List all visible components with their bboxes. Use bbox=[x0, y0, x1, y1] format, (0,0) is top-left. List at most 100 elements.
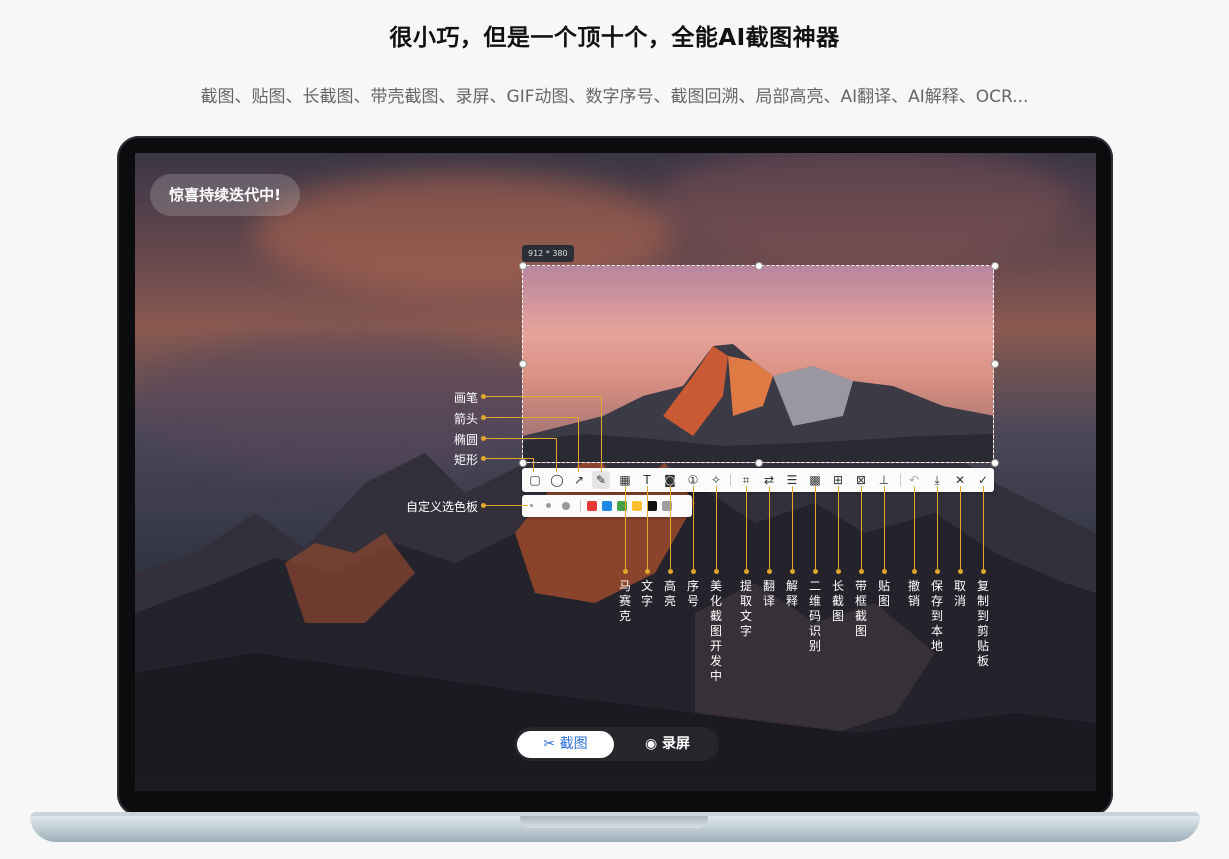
leader-line bbox=[861, 486, 862, 572]
leader-line bbox=[769, 486, 770, 572]
ellipse-tool-icon[interactable]: ◯ bbox=[548, 471, 566, 489]
annotation-copy: 复制到剪贴板 bbox=[976, 579, 989, 668]
leader-dot bbox=[691, 569, 696, 574]
selection-handle[interactable] bbox=[519, 459, 527, 467]
rectangle-tool-icon[interactable]: ▢ bbox=[526, 471, 544, 489]
stroke-size-large[interactable] bbox=[562, 502, 570, 510]
leader-line bbox=[484, 458, 534, 459]
annotation-highlight: 高亮 bbox=[663, 579, 676, 608]
color-swatch-yellow[interactable] bbox=[632, 501, 642, 511]
leader-dot bbox=[645, 569, 650, 574]
leader-line bbox=[601, 396, 602, 472]
annotation-ocr: 提取文字 bbox=[739, 579, 752, 638]
annotation-cancel: 取消 bbox=[953, 579, 966, 608]
selection-handle[interactable] bbox=[755, 262, 763, 270]
leader-dot bbox=[935, 569, 940, 574]
leader-dot bbox=[744, 569, 749, 574]
leader-line bbox=[556, 438, 557, 472]
toolbar-separator bbox=[900, 474, 901, 486]
leader-line bbox=[884, 486, 885, 572]
leader-dot bbox=[714, 569, 719, 574]
palette-separator bbox=[580, 500, 581, 512]
stroke-size-medium[interactable] bbox=[546, 503, 551, 508]
selection-handle[interactable] bbox=[519, 262, 527, 270]
selection-mountain bbox=[523, 344, 993, 462]
leader-dot bbox=[668, 569, 673, 574]
leader-line bbox=[815, 486, 816, 572]
screen-bottom-bezel bbox=[135, 777, 1096, 791]
selection-handle[interactable] bbox=[519, 360, 527, 368]
leader-dot bbox=[981, 569, 986, 574]
brush-tool-icon[interactable]: ✎ bbox=[592, 471, 610, 489]
selection-region[interactable] bbox=[522, 265, 994, 463]
annotation-long-shot: 长截图 bbox=[831, 579, 844, 623]
annotation-arrow: 箭头 bbox=[453, 412, 478, 426]
selection-handle[interactable] bbox=[991, 360, 999, 368]
mode-switch: ✂ 截图 ◉ 录屏 bbox=[514, 727, 719, 761]
leader-line bbox=[716, 486, 717, 572]
leader-dot bbox=[623, 569, 628, 574]
annotation-palette: 自定义选色板 bbox=[405, 500, 478, 514]
leader-line bbox=[647, 486, 648, 572]
annotation-explain: 解释 bbox=[785, 579, 798, 608]
leader-dot bbox=[767, 569, 772, 574]
selection-size-tag: 912 * 380 bbox=[522, 245, 574, 262]
leader-dot bbox=[790, 569, 795, 574]
color-palette bbox=[522, 495, 692, 517]
leader-line bbox=[533, 458, 534, 472]
laptop-screen bbox=[135, 153, 1096, 777]
leader-line bbox=[792, 486, 793, 572]
leader-line bbox=[578, 417, 579, 472]
selection-handle[interactable] bbox=[991, 262, 999, 270]
annotation-brush: 画笔 bbox=[453, 391, 478, 405]
leader-line bbox=[484, 396, 602, 397]
leader-dot bbox=[912, 569, 917, 574]
selection-handle[interactable] bbox=[755, 459, 763, 467]
screenshot-mode-button[interactable]: ✂ 截图 bbox=[517, 731, 614, 758]
color-swatch-black[interactable] bbox=[647, 501, 657, 511]
leader-line bbox=[670, 486, 671, 572]
leader-dot bbox=[836, 569, 841, 574]
leader-dot bbox=[859, 569, 864, 574]
leader-line bbox=[960, 486, 961, 572]
page-subheadline: 截图、贴图、长截图、带壳截图、录屏、GIF动图、数字序号、截图回溯、局部高亮、A… bbox=[200, 87, 1029, 107]
leader-line bbox=[937, 486, 938, 572]
laptop-notch-groove bbox=[520, 816, 708, 828]
annotation-rectangle: 矩形 bbox=[453, 453, 478, 467]
leader-line bbox=[914, 486, 915, 572]
annotation-frame-shot: 带框截图 bbox=[854, 579, 867, 638]
annotation-ellipse: 椭圆 bbox=[453, 433, 478, 447]
wallpaper-mountains bbox=[135, 363, 1096, 777]
screenshot-toolbar: ▢ ◯ ↗ ✎ ▦ T ◙ ① ✧ ⌗ ⇄ ☰ ▩ ⊞ ⊠ ⊥ ↶ ⤓ ✕ ✓ bbox=[522, 468, 994, 492]
record-mode-label: 录屏 bbox=[662, 736, 691, 752]
stroke-size-small[interactable] bbox=[530, 504, 533, 507]
record-icon: ◉ bbox=[644, 736, 658, 752]
scissors-icon: ✂ bbox=[543, 736, 556, 752]
leader-dot bbox=[813, 569, 818, 574]
annotation-qrcode: 二维码识别 bbox=[808, 579, 821, 653]
leader-line bbox=[838, 486, 839, 572]
color-swatch-red[interactable] bbox=[587, 501, 597, 511]
annotation-undo: 撤销 bbox=[907, 579, 920, 608]
leader-dot bbox=[882, 569, 887, 574]
leader-line bbox=[484, 438, 557, 439]
leader-line bbox=[746, 486, 747, 572]
selection-handle[interactable] bbox=[991, 459, 999, 467]
screenshot-mode-label: 截图 bbox=[559, 736, 588, 752]
annotation-number: 序号 bbox=[686, 579, 699, 608]
annotation-translate: 翻译 bbox=[762, 579, 775, 608]
annotation-text: 文字 bbox=[640, 579, 653, 608]
page-headline: 很小巧，但是一个顶十个，全能AI截图神器 bbox=[389, 25, 840, 51]
leader-dot bbox=[958, 569, 963, 574]
annotation-beautify: 美化截图开发中 bbox=[709, 579, 722, 683]
annotation-mosaic: 马赛克 bbox=[618, 579, 631, 623]
leader-line bbox=[625, 486, 626, 572]
toolbar-separator bbox=[730, 474, 731, 486]
annotation-pin: 贴图 bbox=[877, 579, 890, 608]
color-swatch-blue[interactable] bbox=[602, 501, 612, 511]
record-mode-button[interactable]: ◉ 录屏 bbox=[620, 731, 715, 758]
leader-line bbox=[484, 505, 528, 506]
iteration-badge: 惊喜持续迭代中! bbox=[150, 174, 300, 216]
arrow-tool-icon[interactable]: ↗ bbox=[570, 471, 588, 489]
leader-line bbox=[693, 486, 694, 572]
